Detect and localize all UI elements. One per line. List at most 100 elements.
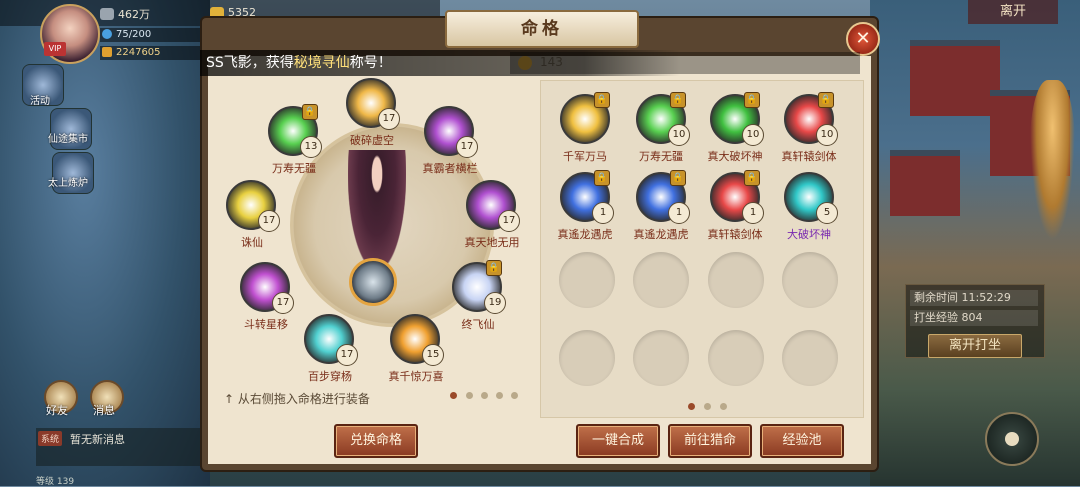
orb-level: 13 bbox=[300, 136, 322, 158]
inventory-destiny-orb[interactable]: 5 bbox=[784, 172, 838, 224]
drag-hint: ↑ 从右侧拖入命格进行装备 bbox=[224, 392, 370, 406]
furnace-label: 太上炼炉 bbox=[48, 178, 88, 189]
exchange-destiny-button[interactable]: 兑换命格 bbox=[334, 424, 418, 458]
player-level: 等级 139 bbox=[36, 477, 75, 487]
equipped-destiny-orb[interactable]: 17 bbox=[240, 262, 294, 314]
inventory-destiny-orb[interactable]: 1 🔒 bbox=[636, 170, 690, 224]
empty-slot[interactable] bbox=[708, 252, 764, 308]
inventory-destiny-orb[interactable]: 10 🔒 bbox=[710, 92, 764, 146]
page-dot[interactable] bbox=[450, 392, 457, 399]
equipped-destiny-orb[interactable]: 17 bbox=[424, 106, 478, 158]
equipped-destiny-name: 斗转星移 bbox=[244, 318, 288, 331]
orb-level: 5 bbox=[816, 202, 838, 224]
menu-compass-icon[interactable] bbox=[985, 412, 1039, 466]
gold-ingot-icon bbox=[210, 6, 224, 19]
leave-meditate-button[interactable]: 离开打坐 bbox=[928, 334, 1022, 358]
chat-message: 暂无新消息 bbox=[70, 433, 125, 446]
orb-level: 1 bbox=[592, 202, 614, 224]
equipped-destiny-name: 万寿无疆 bbox=[272, 162, 316, 175]
orb-level: 10 bbox=[668, 124, 690, 146]
inventory-destiny-name: 万寿无疆 bbox=[639, 150, 683, 163]
close-icon[interactable]: ✕ bbox=[846, 22, 880, 56]
inventory-destiny-orb[interactable]: 10 🔒 bbox=[784, 92, 838, 146]
go-hunt-button[interactable]: 前往猎命 bbox=[668, 424, 752, 458]
compass-center bbox=[1005, 432, 1019, 446]
lock-icon: 🔒 bbox=[670, 170, 686, 186]
inventory-destiny-name: 真轩辕剑体 bbox=[781, 150, 837, 163]
friends-label: 好友 bbox=[46, 404, 68, 417]
page-dot[interactable] bbox=[481, 392, 488, 399]
page-dot[interactable] bbox=[466, 392, 473, 399]
inventory-destiny-name: 大破坏神 bbox=[787, 228, 831, 241]
orb-level: 17 bbox=[336, 344, 358, 366]
announcement-banner: SS飞影，获得秘境寻仙称号！ bbox=[200, 50, 680, 76]
stamina-icon bbox=[102, 29, 112, 39]
activity-label: 活动 bbox=[30, 96, 50, 107]
lock-icon: 🔒 bbox=[818, 92, 834, 108]
silver-resource: 462万 bbox=[100, 6, 150, 22]
one-click-merge-button[interactable]: 一键合成 bbox=[576, 424, 660, 458]
equipped-destiny-orb[interactable]: 17 bbox=[226, 180, 280, 232]
orb-level: 1 bbox=[668, 202, 690, 224]
equipped-destiny-name: 破碎虚空 bbox=[350, 134, 394, 147]
inventory-destiny-orb[interactable]: 10 🔒 bbox=[636, 92, 690, 146]
lock-icon: 🔒 bbox=[486, 260, 502, 276]
orb-level: 10 bbox=[742, 124, 764, 146]
exp-pool-button[interactable]: 经验池 bbox=[760, 424, 844, 458]
messages-label: 消息 bbox=[93, 404, 115, 417]
inventory-destiny-name: 真轩辕剑体 bbox=[707, 228, 763, 241]
background-right-scene bbox=[870, 0, 1080, 486]
center-destiny-slot[interactable] bbox=[349, 258, 397, 306]
orb-level: 19 bbox=[484, 292, 506, 314]
orb-level: 10 bbox=[816, 124, 838, 146]
equipped-destiny-orb[interactable]: 13 🔒 bbox=[268, 104, 322, 158]
equipped-destiny-orb[interactable]: 17 bbox=[466, 180, 520, 232]
page-dot[interactable] bbox=[511, 392, 518, 399]
lock-icon: 🔒 bbox=[744, 92, 760, 108]
npc-character[interactable] bbox=[1030, 80, 1075, 240]
inventory-page-dot[interactable] bbox=[688, 403, 695, 410]
equipped-destiny-orb[interactable]: 17 bbox=[304, 314, 358, 366]
market-label: 仙途集市 bbox=[48, 134, 88, 145]
empty-slot[interactable] bbox=[782, 252, 838, 308]
equipped-destiny-orb[interactable]: 17 bbox=[346, 78, 400, 130]
orb-level: 17 bbox=[272, 292, 294, 314]
empty-slot[interactable] bbox=[633, 252, 689, 308]
equipped-destiny-name: 真千惊万喜 bbox=[388, 370, 444, 383]
inventory-page-dot[interactable] bbox=[720, 403, 727, 410]
pagoda-building bbox=[890, 150, 960, 216]
meditate-exp: 打坐经验 804 bbox=[910, 310, 1038, 326]
stamina-value: 75/200 bbox=[116, 29, 152, 40]
combat-power-bar: 2247605 bbox=[100, 46, 210, 60]
remaining-time: 剩余时间 11:52:29 bbox=[910, 290, 1038, 306]
inventory-page-dot[interactable] bbox=[704, 403, 711, 410]
empty-slot[interactable] bbox=[559, 330, 615, 386]
inventory-destiny-name: 真遙龙遇虎 bbox=[633, 228, 689, 241]
equipped-destiny-orb[interactable]: 15 bbox=[390, 314, 444, 366]
inventory-destiny-name: 真大破坏神 bbox=[707, 150, 763, 163]
page-dot[interactable] bbox=[496, 392, 503, 399]
empty-slot[interactable] bbox=[559, 252, 615, 308]
lock-icon: 🔒 bbox=[594, 92, 610, 108]
inventory-destiny-orb[interactable]: 1 🔒 bbox=[710, 170, 764, 224]
equipped-destiny-name: 诛仙 bbox=[241, 236, 263, 249]
lock-icon: 🔒 bbox=[670, 92, 686, 108]
lock-icon: 🔒 bbox=[302, 104, 318, 120]
panel-title: 命格 bbox=[445, 10, 639, 48]
orb-level: 15 bbox=[422, 344, 444, 366]
silver-value: 462万 bbox=[118, 8, 150, 21]
character-portrait bbox=[348, 150, 406, 270]
announcement-highlight: 秘境寻仙 bbox=[293, 55, 350, 71]
announcement-suffix: 称号！ bbox=[349, 55, 392, 71]
combat-icon bbox=[102, 47, 112, 57]
inventory-destiny-orb[interactable]: 1 🔒 bbox=[560, 170, 614, 224]
empty-slot[interactable] bbox=[708, 330, 764, 386]
empty-slot[interactable] bbox=[782, 330, 838, 386]
empty-slot[interactable] bbox=[633, 330, 689, 386]
orb-level: 17 bbox=[378, 108, 400, 130]
lock-icon: 🔒 bbox=[744, 170, 760, 186]
inventory-destiny-orb[interactable]: 🔒 bbox=[560, 92, 610, 144]
equipped-destiny-name: 真天地无用 bbox=[464, 236, 520, 249]
leave-button[interactable]: 离开 bbox=[968, 0, 1058, 24]
equipped-destiny-orb[interactable]: 19 🔒 bbox=[452, 260, 506, 314]
